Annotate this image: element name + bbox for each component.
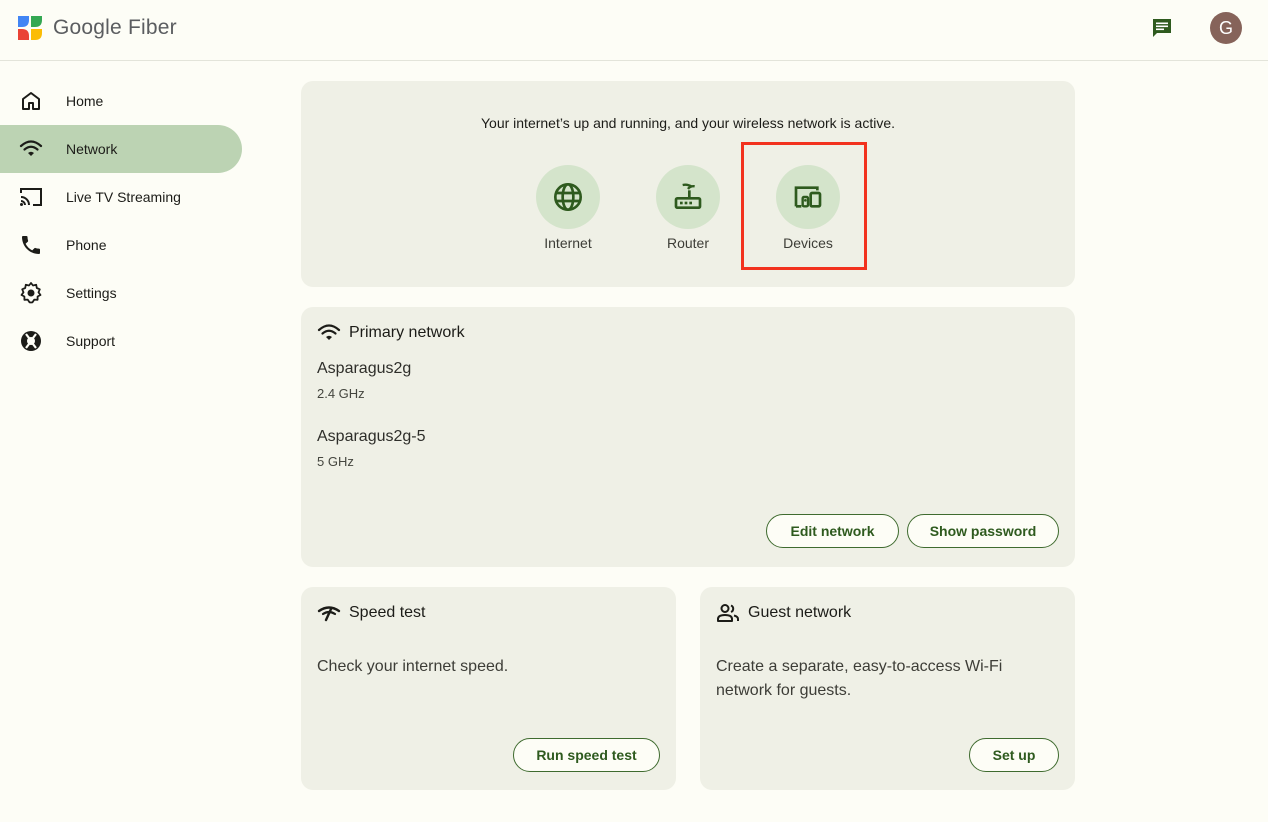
speed-test-description: Check your internet speed. — [317, 658, 509, 675]
network-band: 5 GHz — [317, 454, 354, 469]
home-icon — [22, 92, 40, 110]
set-up-guest-network-button[interactable]: Set up — [969, 738, 1059, 772]
chat-icon[interactable] — [1150, 16, 1174, 40]
guest-network-description: Create a separate, easy-to-access Wi-Fi … — [716, 658, 1003, 699]
status-item-label: Devices — [783, 235, 833, 251]
sidebar-item-live-tv-streaming[interactable]: Live TV Streaming — [0, 173, 242, 221]
network-ssid: Asparagus2g-5 — [317, 428, 426, 445]
status-message: Your internet’s up and running, and your… — [480, 115, 895, 131]
sidebar-item-label: Phone — [66, 237, 107, 253]
sidebar-item-label: Support — [66, 333, 116, 349]
sidebar-item-home[interactable]: Home — [0, 77, 242, 125]
google-fiber-logo-icon[interactable] — [18, 16, 42, 40]
gear-icon — [20, 282, 42, 304]
show-password-button[interactable]: Show password — [907, 514, 1059, 548]
speed-test-card: Speed test Check your internet speed. Ru… — [301, 587, 676, 790]
devices-icon-circle — [776, 165, 840, 229]
router-icon — [674, 183, 702, 209]
sidebar-item-phone[interactable]: Phone — [0, 221, 242, 269]
sidebar-item-label: Home — [66, 93, 104, 109]
speed-test-header: Speed test — [317, 601, 426, 625]
sidebar-item-label: Live TV Streaming — [66, 189, 181, 205]
status-item-internet[interactable]: Internet — [518, 165, 618, 251]
status-item-devices[interactable]: Devices — [758, 165, 858, 251]
sidebar-item-network[interactable]: Network — [0, 125, 242, 173]
wifi-icon — [19, 140, 43, 156]
status-item-label: Internet — [544, 235, 592, 251]
brand-name[interactable]: Google Fiber — [53, 16, 177, 40]
router-icon-circle — [656, 165, 720, 229]
avatar-initial: G — [1218, 17, 1233, 38]
app-header: Google Fiber G — [0, 0, 1268, 61]
network-band: 2.4 GHz — [317, 386, 365, 401]
network-ssid: Asparagus2g — [317, 360, 412, 377]
primary-network-card: Primary network Asparagus2g 2.4 GHz Aspa… — [301, 307, 1075, 567]
sidebar-nav: Home Network Live TV Streaming Phone Set… — [0, 77, 242, 365]
speed-test-icon — [317, 606, 341, 622]
primary-network-header: Primary network — [317, 321, 465, 345]
run-speed-test-button[interactable]: Run speed test — [513, 738, 660, 772]
devices-icon — [794, 186, 822, 208]
account-avatar[interactable]: G — [1210, 12, 1242, 44]
guest-network-header: Guest network — [716, 601, 851, 625]
people-icon — [717, 604, 739, 622]
support-icon — [21, 331, 41, 351]
sidebar-item-settings[interactable]: Settings — [0, 269, 242, 317]
sidebar-item-support[interactable]: Support — [0, 317, 242, 365]
wifi-icon — [317, 324, 341, 340]
cast-icon — [20, 188, 42, 206]
sidebar-item-label: Settings — [66, 285, 117, 301]
network-status-card: Your internet’s up and running, and your… — [301, 81, 1075, 287]
guest-network-title: Guest network — [748, 604, 852, 621]
primary-network-title: Primary network — [349, 324, 465, 341]
edit-network-button[interactable]: Edit network — [766, 514, 899, 548]
internet-icon-circle — [536, 165, 600, 229]
sidebar-item-label: Network — [66, 141, 118, 157]
status-item-router[interactable]: Router — [638, 165, 738, 251]
speed-test-title: Speed test — [349, 604, 426, 621]
phone-icon — [22, 236, 40, 254]
globe-icon — [554, 183, 582, 211]
guest-network-card: Guest network Create a separate, easy-to… — [700, 587, 1075, 790]
status-item-label: Router — [666, 235, 710, 251]
